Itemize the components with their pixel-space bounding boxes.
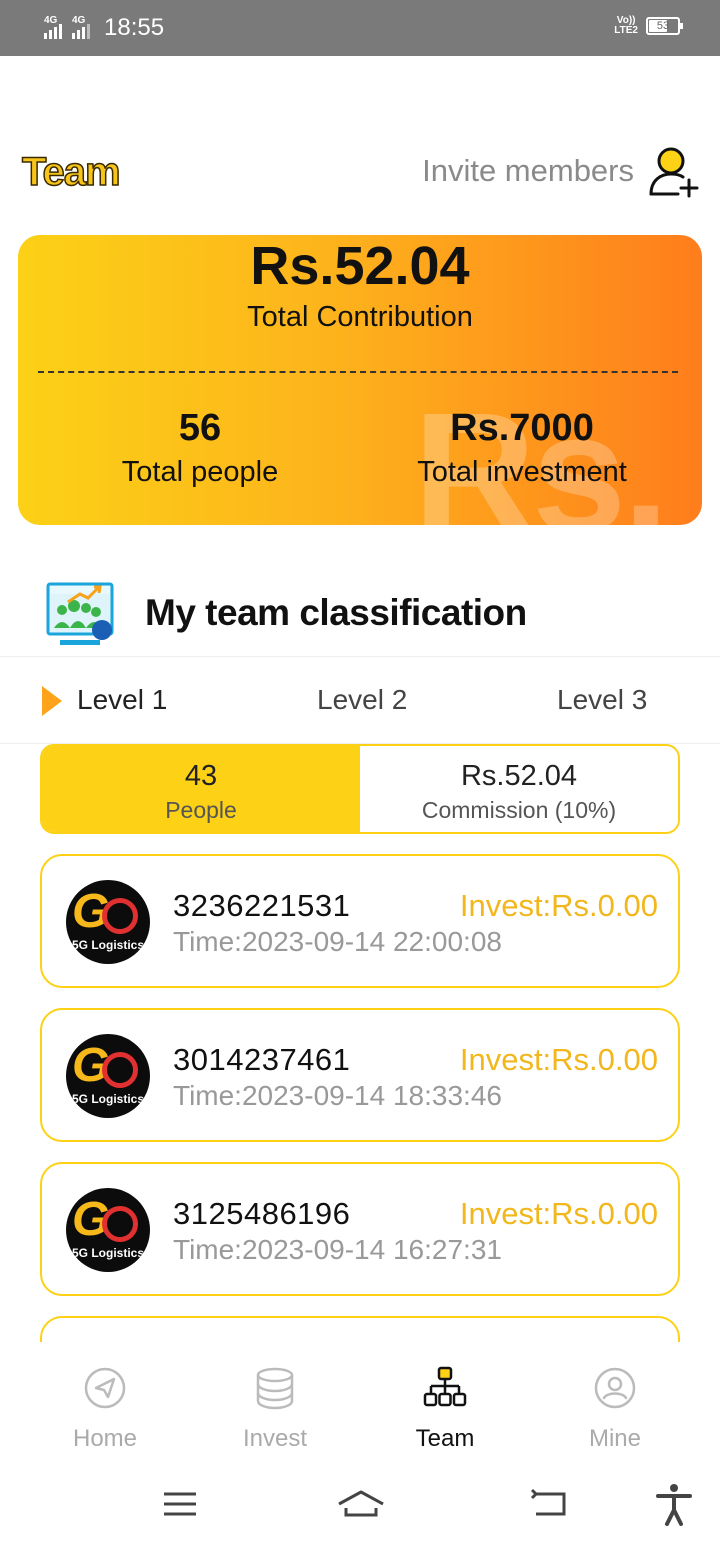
menu-icon[interactable]	[158, 1482, 202, 1526]
member-time: Time:2023-09-14 22:00:08	[173, 926, 502, 957]
list-item-partial[interactable]	[40, 1316, 680, 1342]
status-bar: 4G 4G 18:55 Vo)) LTE2 53	[0, 0, 720, 56]
list-item[interactable]: G 5G Logistics 3236221531 Time:2023-09-1…	[40, 854, 680, 988]
commission-cell: Rs.52.04 Commission (10%)	[360, 746, 678, 832]
member-invest: Invest:Rs.0.00	[459, 1042, 658, 1077]
level-summary: 43 People Rs.52.04 Commission (10%)	[40, 744, 680, 834]
nav-mine-label: Mine	[588, 1425, 642, 1452]
logo-icon: G	[72, 885, 109, 938]
member-time: Time:2023-09-14 16:27:31	[173, 1234, 502, 1265]
signal-icon: 4G	[44, 15, 62, 39]
nav-team-label: Team	[415, 1425, 475, 1452]
nav-invest-label: Invest	[242, 1425, 308, 1452]
network-type-label: 4G	[44, 15, 58, 26]
add-user-icon	[649, 147, 699, 198]
invite-members-label: Invite members	[422, 153, 634, 188]
level-tabs: Level 1 Level 2 Level 3	[0, 656, 720, 744]
logo-ring-icon	[102, 1206, 138, 1242]
total-investment-stat: Rs.7000 Total investment	[352, 407, 692, 489]
status-right: Vo)) LTE2 53	[614, 16, 683, 36]
total-contribution-label: Total Contribution	[247, 301, 473, 333]
clock: 18:55	[104, 14, 165, 41]
avatar: G 5G Logistics	[66, 1034, 150, 1118]
active-tab-arrow-icon	[42, 686, 62, 716]
nav-invest[interactable]: Invest	[210, 1366, 340, 1453]
member-time: Time:2023-09-14 18:33:46	[173, 1080, 502, 1111]
member-phone: 3014237461	[173, 1042, 351, 1077]
invite-members-button[interactable]: Invite members	[422, 144, 700, 198]
commission-value: Rs.52.04	[460, 760, 578, 792]
total-investment-value: Rs.7000	[450, 407, 594, 449]
member-invest: Invest:Rs.0.00	[459, 1196, 658, 1231]
tab-level-3[interactable]: Level 3	[557, 684, 647, 716]
avatar-brand: 5G Logistics	[71, 938, 145, 952]
member-list[interactable]: G 5G Logistics 3236221531 Time:2023-09-1…	[40, 854, 680, 1342]
logo-ring-icon	[102, 1052, 138, 1088]
home-icon[interactable]	[336, 1482, 386, 1526]
logo-icon: G	[72, 1193, 109, 1246]
team-summary-card: Rs. Rs.52.04 Total Contribution 56 Total…	[18, 235, 702, 525]
back-icon[interactable]	[528, 1482, 572, 1526]
team-chart-icon	[46, 582, 114, 645]
avatar: G 5G Logistics	[66, 1188, 150, 1272]
people-label: People	[165, 797, 237, 823]
user-circle-icon	[594, 1367, 636, 1409]
tab-level-2[interactable]: Level 2	[317, 684, 407, 716]
system-nav-bar	[0, 1462, 720, 1544]
member-invest: Invest:Rs.0.00	[459, 888, 658, 923]
member-phone: 3125486196	[173, 1196, 351, 1231]
bottom-nav: Home Invest Team Mine	[0, 1342, 720, 1462]
coin-stack-icon	[256, 1367, 294, 1410]
battery-icon: 53	[646, 17, 683, 35]
dashed-divider	[38, 371, 678, 373]
nav-home-label: Home	[72, 1425, 138, 1452]
page-title: Team	[21, 149, 121, 195]
avatar-brand: 5G Logistics	[71, 1092, 145, 1106]
accessibility-icon[interactable]	[652, 1482, 696, 1526]
total-investment-label: Total investment	[417, 456, 627, 488]
logo-icon: G	[72, 1039, 109, 1092]
nav-team[interactable]: Team	[380, 1366, 510, 1453]
status-left: 4G 4G 18:55	[44, 14, 164, 42]
navigation-arrow-icon	[84, 1367, 126, 1409]
tab-level-1[interactable]: Level 1	[77, 684, 167, 716]
network-type-label: 4G	[72, 15, 86, 26]
people-count: 43	[184, 760, 218, 792]
total-people-value: 56	[178, 407, 222, 449]
org-chart-icon	[423, 1366, 467, 1407]
battery-level: 53	[656, 20, 670, 32]
classification-title: My team classification	[145, 592, 527, 633]
total-people-stat: 56 Total people	[30, 407, 370, 489]
logo-ring-icon	[102, 898, 138, 934]
people-cell: 43 People	[42, 746, 360, 832]
list-item[interactable]: G 5G Logistics 3014237461 Time:2023-09-1…	[40, 1008, 680, 1142]
nav-mine[interactable]: Mine	[550, 1366, 680, 1453]
volte-line: LTE2	[614, 25, 638, 36]
nav-home[interactable]: Home	[40, 1366, 170, 1453]
volte-indicator: Vo)) LTE2	[614, 16, 638, 36]
total-contribution-value: Rs.52.04	[250, 236, 470, 296]
list-item[interactable]: G 5G Logistics 3125486196 Time:2023-09-1…	[40, 1162, 680, 1296]
signal-icon: 4G	[72, 15, 90, 39]
member-phone: 3236221531	[173, 888, 351, 923]
commission-label: Commission (10%)	[421, 797, 617, 823]
total-people-label: Total people	[121, 456, 279, 488]
avatar-brand: 5G Logistics	[71, 1246, 145, 1260]
avatar: G 5G Logistics	[66, 880, 150, 964]
